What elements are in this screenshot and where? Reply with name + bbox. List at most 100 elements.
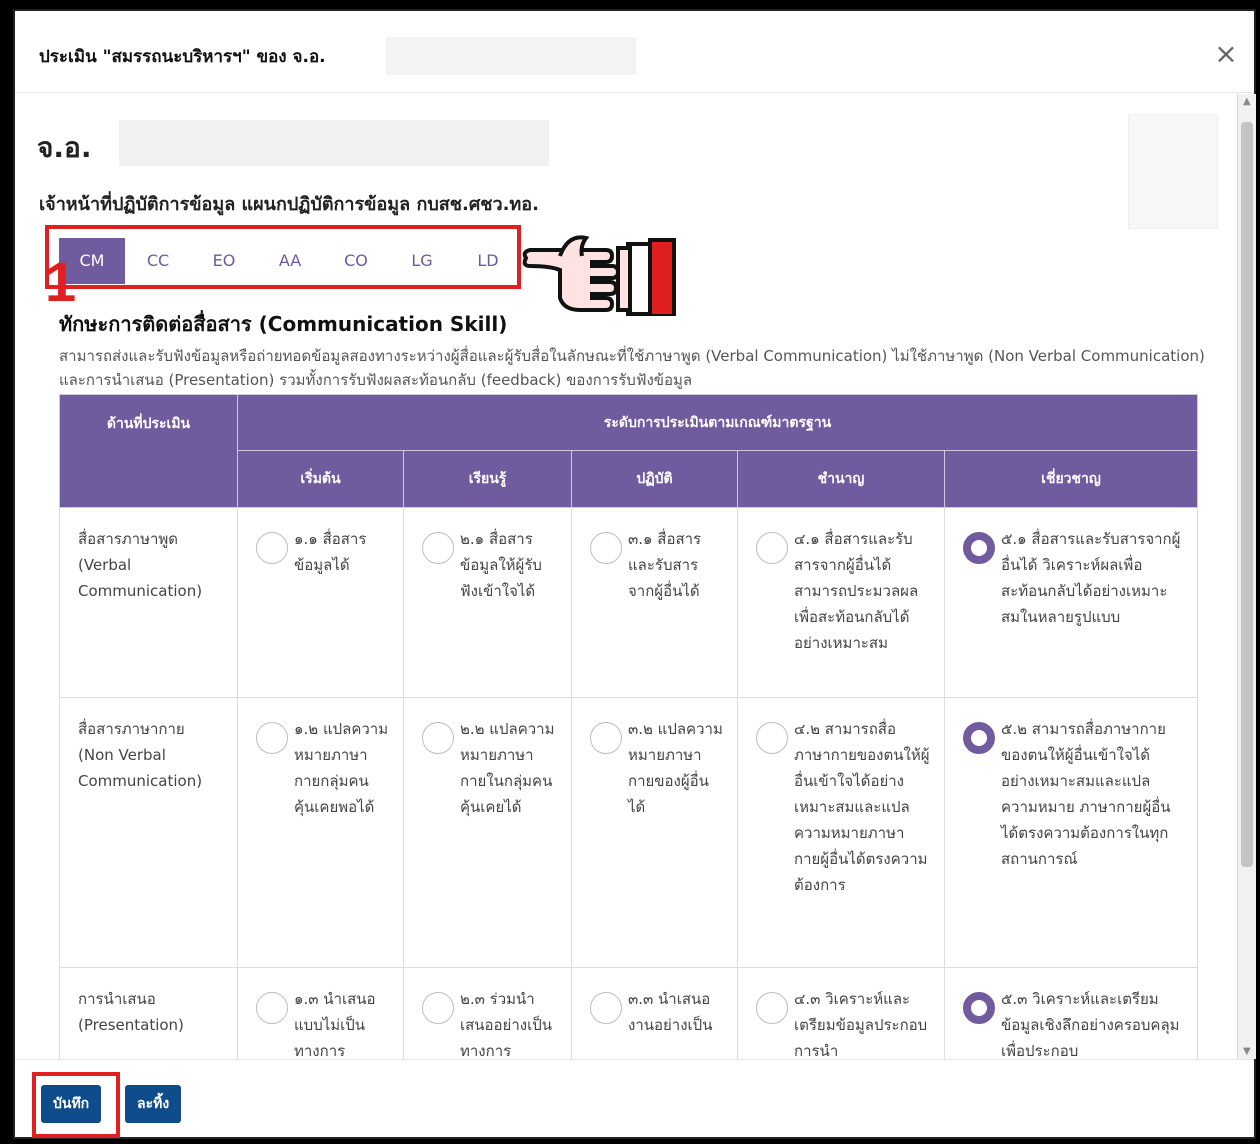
scroll-up-icon[interactable]: ▲ — [1243, 96, 1251, 107]
level-option-cell: ๕.๓ วิเคราะห์และเตรียมข้อมูลเชิงลึกอย่าง… — [943, 967, 1199, 1059]
level-option-cell: ๔.๑ สื่อสารและรับสารจากผู้อื่นได้ สามารถ… — [737, 507, 945, 698]
radio-unchecked[interactable] — [590, 532, 622, 564]
radio-unchecked[interactable] — [422, 992, 454, 1024]
radio-unchecked[interactable] — [256, 722, 288, 754]
vertical-scrollbar[interactable]: ▲ ▼ — [1237, 94, 1256, 1059]
level-option[interactable]: ๒.๒ แปลความหมายภาษากายในกลุ่มคนคุ้นเคยได… — [422, 716, 557, 820]
redacted-name-mask — [119, 120, 549, 166]
level-option[interactable]: ๓.๑ สื่อสารและรับสารจากผู้อื่นได้ — [590, 526, 723, 604]
option-label: ๒.๓ ร่วมนำเสนออย่างเป็นทางการ — [460, 990, 552, 1059]
person-position: เจ้าหน้าที่ปฏิบัติการข้อมูล แผนกปฏิบัติก… — [39, 194, 539, 215]
annotation-marker-1: 1 — [45, 250, 77, 313]
level-header-3: ปฏิบัติ — [571, 450, 738, 508]
competency-tabs: CM CC EO AA CO LG LD — [59, 238, 521, 284]
level-header-4: ชำนาญ — [737, 450, 945, 508]
table-row: สื่อสารภาษาพูด (Verbal Communication) ๑.๑… — [59, 507, 1199, 698]
aspect-cell: สื่อสารภาษาพูด (Verbal Communication) — [59, 507, 238, 698]
modal-header: ประเมิน "สมรรถนะบริหารฯ" ของ จ.อ. × — [15, 11, 1254, 93]
radio-unchecked[interactable] — [756, 722, 788, 754]
tab-lg[interactable]: LG — [389, 238, 455, 284]
person-photo — [1128, 114, 1218, 229]
close-icon[interactable]: × — [1210, 38, 1242, 70]
level-option[interactable]: ๕.๓ วิเคราะห์และเตรียมข้อมูลเชิงลึกอย่าง… — [963, 986, 1183, 1059]
level-option[interactable]: ๒.๑ สื่อสารข้อมูลให้ผู้รับฟังเข้าใจได้ — [422, 526, 557, 604]
level-option[interactable]: ๓.๓ นำเสนองานอย่างเป็น — [590, 986, 723, 1038]
radio-unchecked[interactable] — [256, 992, 288, 1024]
option-label: ๕.๒ สามารถสื่อภาษากายของตนให้ผู้อื่นเข้า… — [1001, 720, 1171, 868]
tab-co[interactable]: CO — [323, 238, 389, 284]
scroll-thumb[interactable] — [1241, 122, 1253, 867]
level-header-1: เริ่มต้น — [237, 450, 404, 508]
aspect-cell: สื่อสารภาษากาย (Non Verbal Communication… — [59, 697, 238, 968]
option-label: ๔.๓ วิเคราะห์และเตรียมข้อมูลประกอบการนำ — [794, 990, 928, 1059]
radio-unchecked[interactable] — [756, 532, 788, 564]
level-header-5: เชี่ยวชาญ — [943, 450, 1199, 508]
tab-eo[interactable]: EO — [191, 238, 257, 284]
tab-ld[interactable]: LD — [455, 238, 521, 284]
radio-checked[interactable] — [963, 992, 995, 1024]
level-option[interactable]: ๑.๒ แปลความหมายภาษากายกลุ่มคนคุ้นเคยพอได… — [256, 716, 389, 820]
radio-unchecked[interactable] — [590, 992, 622, 1024]
radio-checked[interactable] — [963, 722, 995, 754]
level-option-cell: ๒.๓ ร่วมนำเสนออย่างเป็นทางการ — [403, 967, 572, 1059]
level-option-cell: ๓.๓ นำเสนองานอย่างเป็น — [571, 967, 738, 1059]
level-option-cell: ๒.๑ สื่อสารข้อมูลให้ผู้รับฟังเข้าใจได้ — [403, 507, 572, 698]
tab-cc[interactable]: CC — [125, 238, 191, 284]
aspect-cell: การนำเสนอ (Presentation) — [59, 967, 238, 1059]
person-name: จ.อ. — [37, 131, 92, 164]
level-option[interactable]: ๕.๒ สามารถสื่อภาษากายของตนให้ผู้อื่นเข้า… — [963, 716, 1183, 872]
evaluation-modal: ประเมิน "สมรรถนะบริหารฯ" ของ จ.อ. × จ.อ.… — [13, 9, 1256, 1139]
table-row: การนำเสนอ (Presentation) ๑.๓ นำเสนอแบบไม่… — [59, 967, 1199, 1059]
level-option-cell: ๒.๒ แปลความหมายภาษากายในกลุ่มคนคุ้นเคยได… — [403, 697, 572, 968]
save-button[interactable]: บันทึก — [41, 1085, 102, 1123]
level-option-cell: ๑.๒ แปลความหมายภาษากายกลุ่มคนคุ้นเคยพอได… — [237, 697, 404, 968]
tab-aa[interactable]: AA — [257, 238, 323, 284]
option-label: ๑.๒ แปลความหมายภาษากายกลุ่มคนคุ้นเคยพอได… — [294, 720, 389, 816]
level-option-cell: ๕.๑ สื่อสารและรับสารจากผู้อื่นได้ วิเครา… — [943, 507, 1199, 698]
level-option-cell: ๓.๒ แปลความหมายภาษากายของผู้อื่นได้ — [571, 697, 738, 968]
option-label: ๔.๑ สื่อสารและรับสารจากผู้อื่นได้ สามารถ… — [794, 530, 919, 652]
radio-unchecked[interactable] — [590, 722, 622, 754]
option-label: ๓.๒ แปลความหมายภาษากายของผู้อื่นได้ — [628, 720, 723, 816]
level-option[interactable]: ๔.๒ สามารถสื่อภาษากายของตนให้ผู้อื่นเข้า… — [756, 716, 930, 898]
option-label: ๒.๒ แปลความหมายภาษากายในกลุ่มคนคุ้นเคยได… — [460, 720, 555, 816]
level-option[interactable]: ๓.๒ แปลความหมายภาษากายของผู้อื่นได้ — [590, 716, 723, 820]
evaluation-table: ด้านที่ประเมิน ระดับการประเมินตามเกณฑ์มา… — [59, 394, 1199, 1059]
level-option-cell: ๑.๓ นำเสนอแบบไม่เป็นทางการ — [237, 967, 404, 1059]
level-option[interactable]: ๔.๓ วิเคราะห์และเตรียมข้อมูลประกอบการนำ — [756, 986, 930, 1059]
option-label: ๑.๑ สื่อสารข้อมูลได้ — [294, 530, 367, 574]
modal-body: จ.อ. เจ้าหน้าที่ปฏิบัติการข้อมูล แผนกปฏิ… — [15, 94, 1237, 1059]
level-header-2: เรียนรู้ — [403, 450, 572, 508]
radio-unchecked[interactable] — [756, 992, 788, 1024]
option-label: ๕.๑ สื่อสารและรับสารจากผู้อื่นได้ วิเครา… — [1001, 530, 1181, 626]
redacted-name-mask — [386, 37, 636, 75]
level-option-cell: ๑.๑ สื่อสารข้อมูลได้ — [237, 507, 404, 698]
level-option[interactable]: ๔.๑ สื่อสารและรับสารจากผู้อื่นได้ สามารถ… — [756, 526, 930, 656]
radio-unchecked[interactable] — [422, 722, 454, 754]
option-label: ๕.๓ วิเคราะห์และเตรียมข้อมูลเชิงลึกอย่าง… — [1001, 990, 1180, 1059]
option-label: ๓.๓ นำเสนองานอย่างเป็น — [628, 990, 713, 1034]
modal-footer: บันทึก ละทิ้ง — [15, 1059, 1254, 1139]
option-label: ๔.๒ สามารถสื่อภาษากายของตนให้ผู้อื่นเข้า… — [794, 720, 930, 894]
level-option[interactable]: ๒.๓ ร่วมนำเสนออย่างเป็นทางการ — [422, 986, 557, 1059]
level-option[interactable]: ๑.๓ นำเสนอแบบไม่เป็นทางการ — [256, 986, 389, 1059]
option-label: ๒.๑ สื่อสารข้อมูลให้ผู้รับฟังเข้าใจได้ — [460, 530, 542, 600]
level-option-cell: ๓.๑ สื่อสารและรับสารจากผู้อื่นได้ — [571, 507, 738, 698]
level-option-cell: ๔.๓ วิเคราะห์และเตรียมข้อมูลประกอบการนำ — [737, 967, 945, 1059]
aspect-header: ด้านที่ประเมิน — [59, 394, 238, 508]
section-description: สามารถส่งและรับฟังข้อมูลหรือถ่ายทอดข้อมู… — [59, 347, 1205, 389]
radio-checked[interactable] — [963, 532, 995, 564]
level-option[interactable]: ๑.๑ สื่อสารข้อมูลได้ — [256, 526, 389, 578]
scroll-down-icon[interactable]: ▼ — [1243, 1046, 1251, 1057]
level-option[interactable]: ๕.๑ สื่อสารและรับสารจากผู้อื่นได้ วิเครา… — [963, 526, 1183, 630]
pointing-hand-icon — [522, 235, 676, 316]
radio-unchecked[interactable] — [422, 532, 454, 564]
modal-title: ประเมิน "สมรรถนะบริหารฯ" ของ จ.อ. — [39, 47, 326, 67]
cancel-button[interactable]: ละทิ้ง — [125, 1085, 182, 1123]
option-label: ๑.๓ นำเสนอแบบไม่เป็นทางการ — [294, 990, 376, 1059]
table-row: สื่อสารภาษากาย (Non Verbal Communication… — [59, 697, 1199, 968]
radio-unchecked[interactable] — [256, 532, 288, 564]
level-header: ระดับการประเมินตามเกณฑ์มาตรฐาน — [236, 394, 1199, 451]
level-option-cell: ๕.๒ สามารถสื่อภาษากายของตนให้ผู้อื่นเข้า… — [943, 697, 1199, 968]
option-label: ๓.๑ สื่อสารและรับสารจากผู้อื่นได้ — [628, 530, 702, 600]
